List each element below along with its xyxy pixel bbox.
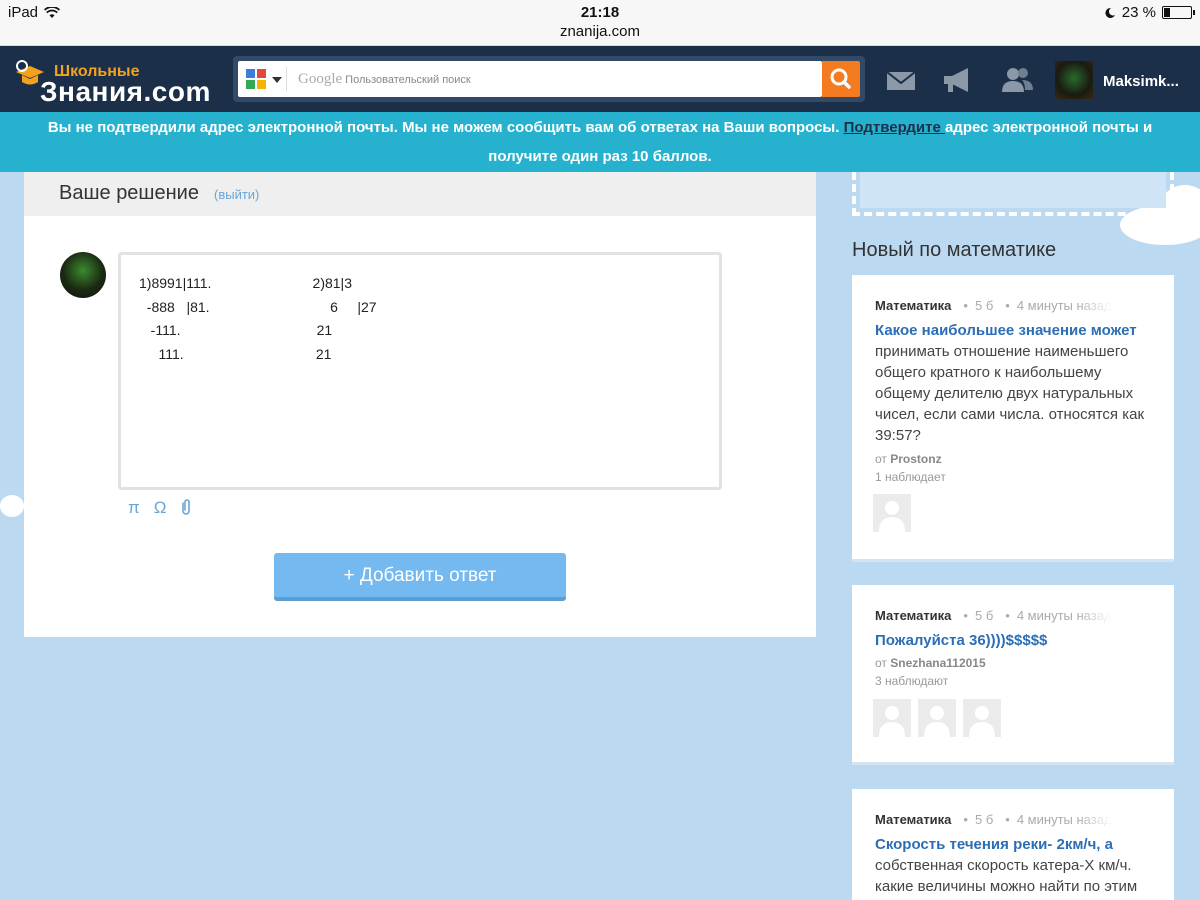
sidebar-title: Новый по математике [852,239,1057,261]
exit-link[interactable]: (выйти) [214,187,259,202]
watchers-count: 3 наблюдают [875,674,949,688]
question-card[interactable]: Математика • 5 б • 4 минуты назад Пожалуйста… [852,585,1174,765]
question-body: принимать отношение наименьшего общего к… [875,343,1145,444]
site-header: Школьные Знания.com Google Пользовательск… [0,46,1200,112]
search-input[interactable]: Google Пользовательский поиск [238,61,822,97]
question-text[interactable]: Пожалуйста 36))))$$$$$ [875,630,1160,651]
question-points: 5 б [974,298,994,313]
status-right: 23 % [1104,4,1195,21]
megaphone-icon[interactable] [940,64,976,96]
question-card[interactable]: Математика • 5 б • 4 минуты назад Скорость т… [852,789,1174,900]
cloud-decoration [0,495,24,517]
battery-percent: 23 % [1121,4,1156,21]
editor-text[interactable]: 1)8991|111. 2)81|3 -888 |81. 6 |27 -111.… [139,272,377,366]
watcher-avatar[interactable] [873,699,911,737]
search-icon [830,68,851,89]
question-meta: Математика • 5 б • 4 минуты назад [875,812,1112,827]
google-wordmark: Google [298,71,343,87]
user-avatar[interactable] [1055,61,1093,99]
moon-icon [1105,7,1115,18]
watcher-avatar[interactable] [918,699,956,737]
username[interactable]: Maksimk... [1103,73,1179,90]
question-meta: Математика • 5 б • 4 минуты назад [875,298,1112,313]
friends-icon[interactable] [1000,64,1036,96]
divider [286,67,287,91]
question-time: 4 минуты назад [1016,812,1112,827]
question-subject[interactable]: Математика [875,608,951,623]
question-author: от Prostonz [875,452,942,466]
author-prefix: от [875,452,891,466]
notice-text: Вы не подтвердили адрес электронной почт… [47,119,844,136]
question-points: 5 б [974,608,994,623]
question-body: собственная скорость катера-X км/ч. каки… [875,857,1138,895]
avatar [60,252,106,298]
user-placeholder-icon [879,706,905,737]
pi-icon[interactable]: π [128,498,140,518]
question-author: от Snezhana112015 [875,656,986,670]
question-points: 5 б [974,812,994,827]
question-time: 4 минуты назад [1016,298,1112,313]
add-answer-button[interactable]: + Добавить ответ [274,553,566,601]
answer-editor[interactable]: 1)8991|111. 2)81|3 -888 |81. 6 |27 -111.… [118,252,722,490]
question-subject[interactable]: Математика [875,298,951,313]
google-custom-search-icon [246,69,266,89]
author-name[interactable]: Prostonz [890,452,941,466]
banner-area [860,172,1166,208]
confirm-email-link[interactable]: Подтвердите [844,119,945,136]
search-button[interactable] [822,61,860,97]
chevron-down-icon[interactable] [272,77,282,83]
question-text[interactable]: Скорость течения реки- 2км/ч, а собствен… [875,834,1160,897]
question-title-link[interactable]: Какое наибольшее значение может [875,322,1137,339]
answer-card: Ваше решение (выйти) 1)8991|111. 2)81|3 … [24,172,816,637]
search-placeholder-text: Пользовательский поиск [345,74,471,86]
battery-icon [1162,6,1195,19]
user-placeholder-icon [924,706,950,737]
omega-icon[interactable]: Ω [154,498,167,518]
watchers-count: 1 наблюдает [875,470,946,484]
battery-fill [1164,8,1170,17]
author-prefix: от [875,656,891,670]
paperclip-icon[interactable] [180,498,192,516]
email-confirmation-notice: Вы не подтвердили адрес электронной почт… [0,112,1200,172]
watcher-avatar[interactable] [963,699,1001,737]
question-subject[interactable]: Математика [875,812,951,827]
sidebar-banner-placeholder [852,172,1174,216]
address-bar-url[interactable]: znanija.com [0,23,1200,40]
editor-toolbar: π Ω [128,498,192,518]
logo-big-text: Знания.com [40,76,211,107]
clock: 21:18 [580,4,620,21]
author-name[interactable]: Snezhana112015 [890,656,985,670]
mail-icon[interactable] [885,64,917,96]
watcher-avatar[interactable] [873,494,911,532]
search-placeholder: Google Пользовательский поиск [298,71,471,88]
search-bar: Google Пользовательский поиск [233,56,865,102]
question-text[interactable]: Какое наибольшее значение может принимат… [875,320,1160,446]
user-placeholder-icon [879,501,905,532]
user-placeholder-icon [969,706,995,737]
site-logo[interactable]: Школьные Знания.com [10,54,220,107]
question-title-link[interactable]: Пожалуйста 36))))$$$$$ [875,632,1047,649]
question-title-link[interactable]: Скорость течения реки- 2км/ч, а [875,836,1113,853]
answer-title: Ваше решение [59,182,199,204]
question-meta: Математика • 5 б • 4 минуты назад [875,608,1112,623]
ios-status-bar: iPad 21:18 znanija.com 23 % [0,0,1200,46]
question-time: 4 минуты назад [1016,608,1112,623]
question-card[interactable]: Математика • 5 б • 4 минуты назад Какое наиб… [852,275,1174,562]
answer-card-header: Ваше решение (выйти) [24,172,816,216]
